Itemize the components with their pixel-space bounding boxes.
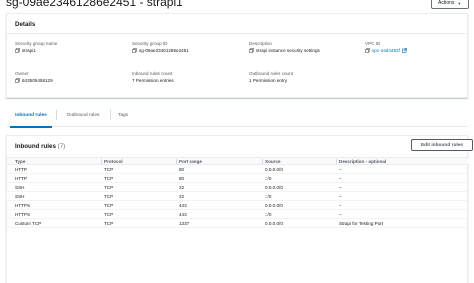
cell-description: – xyxy=(339,176,342,181)
field-value: 643505458129 xyxy=(15,77,53,84)
details-heading: Details xyxy=(7,14,467,34)
tab-inbound-rules[interactable]: Inbound rules xyxy=(10,103,52,128)
cell-source: ::/0 xyxy=(265,212,272,217)
cell-source: ::/0 xyxy=(265,194,272,199)
field-value: strapi1 xyxy=(15,47,57,54)
tab-divider xyxy=(110,110,111,120)
field-owner: Owner 643505458129 xyxy=(15,71,53,84)
field-security-group-id: Security group ID sg-09ae23461286e2451 xyxy=(132,41,189,54)
details-panel: Details Security group name strapi1 Secu… xyxy=(6,13,468,98)
cell-type: HTTP xyxy=(15,167,27,172)
security-group-name-value: strapi1 xyxy=(22,48,36,53)
cell-description: – xyxy=(339,212,342,217)
table-row[interactable]: SSH TCP 22 0.0.0.0/0 – xyxy=(7,183,469,192)
copy-icon[interactable] xyxy=(15,78,20,83)
actions-button[interactable]: Actions ▼ xyxy=(431,0,469,9)
column-divider xyxy=(262,159,263,164)
field-value: vpc-44d4492f xyxy=(365,47,407,54)
cell-type: HTTP xyxy=(15,176,27,181)
copy-icon[interactable] xyxy=(365,48,370,53)
inbound-rules-title: Inbound rules xyxy=(15,143,56,150)
cell-port-range: 22 xyxy=(179,185,185,190)
inbound-rules-panel: Inbound rules (7) Edit inbound rules Typ… xyxy=(6,135,473,283)
cell-port-range: 80 xyxy=(179,167,185,172)
field-value: strapi instance security settings xyxy=(249,47,320,54)
field-inbound-rules-count: Inbound rules count 7 Permission entries xyxy=(132,71,174,84)
cell-protocol: TCP xyxy=(104,212,114,217)
outbound-rules-count-value: 1 Permission entry xyxy=(249,78,288,83)
description-value: strapi instance security settings xyxy=(256,48,320,53)
column-header-description[interactable]: Description - optional xyxy=(339,159,386,164)
page-title: sg-09ae23461286e2451 - strapi1 xyxy=(6,0,183,9)
cell-protocol: TCP xyxy=(104,221,114,226)
inbound-rules-heading: Inbound rules (7) xyxy=(15,143,65,150)
cell-protocol: TCP xyxy=(104,167,114,172)
cell-description: – xyxy=(339,194,342,199)
cell-protocol: TCP xyxy=(104,176,114,181)
copy-icon[interactable] xyxy=(15,48,20,53)
copy-icon[interactable] xyxy=(132,48,137,53)
vpc-id-link[interactable]: vpc-44d4492f xyxy=(372,47,400,54)
cell-port-range: 22 xyxy=(179,194,185,199)
top-bar: sg-09ae23461286e2451 - strapi1 Actions ▼ xyxy=(0,0,474,11)
cell-source: ::/0 xyxy=(265,176,272,181)
table-row[interactable]: HTTPS TCP 443 0.0.0.0/0 – xyxy=(7,201,469,210)
owner-value: 643505458129 xyxy=(22,78,53,83)
cell-port-range: 80 xyxy=(179,176,185,181)
table-header: Type Protocol Port range Source Descript… xyxy=(7,157,469,165)
table-row[interactable]: HTTP TCP 80 0.0.0.0/0 – xyxy=(7,165,469,174)
tab-bar: Inbound rules Outbound rules Tags xyxy=(6,103,468,128)
cell-description: – xyxy=(339,185,342,190)
cell-port-range: 443 xyxy=(179,203,187,208)
cell-description: – xyxy=(339,167,342,172)
cell-source: 0.0.0.0/0 xyxy=(265,167,283,172)
column-header-protocol[interactable]: Protocol xyxy=(104,159,123,164)
table-row[interactable]: SSH TCP 22 ::/0 – xyxy=(7,192,469,201)
field-value: sg-09ae23461286e2451 xyxy=(132,47,189,54)
edit-inbound-rules-button[interactable]: Edit inbound rules xyxy=(411,139,473,151)
inbound-rules-count: (7) xyxy=(57,143,66,150)
table-row[interactable]: HTTPS TCP 443 ::/0 – xyxy=(7,210,469,219)
column-header-type[interactable]: Type xyxy=(15,159,25,164)
cell-source: 0.0.0.0/0 xyxy=(265,221,283,226)
actions-label: Actions xyxy=(438,0,455,6)
column-header-port-range[interactable]: Port range xyxy=(179,159,202,164)
external-link-icon[interactable] xyxy=(402,48,407,53)
tab-tags[interactable]: Tags xyxy=(114,103,132,127)
cell-port-range: 1337 xyxy=(179,221,190,226)
table-row[interactable]: Custom TCP TCP 1337 0.0.0.0/0 Strapi for… xyxy=(7,219,469,228)
field-vpc-id: VPC ID vpc-44d4492f xyxy=(365,41,407,54)
column-divider xyxy=(101,159,102,164)
cell-protocol: TCP xyxy=(104,194,114,199)
column-divider xyxy=(336,159,337,164)
cell-type: HTTPS xyxy=(15,203,31,208)
column-divider xyxy=(176,159,177,164)
cell-port-range: 443 xyxy=(179,212,187,217)
tab-outbound-rules[interactable]: Outbound rules xyxy=(60,103,106,127)
table-row[interactable]: HTTP TCP 80 ::/0 – xyxy=(7,174,469,183)
column-header-source[interactable]: Source xyxy=(265,159,281,164)
field-security-group-name: Security group name strapi1 xyxy=(15,41,57,54)
field-description: Description strapi instance security set… xyxy=(249,41,320,54)
cell-source: 0.0.0.0/0 xyxy=(265,203,283,208)
inbound-rules-count-value: 7 Permission entries xyxy=(132,78,174,83)
inbound-rules-table: Type Protocol Port range Source Descript… xyxy=(7,157,469,228)
cell-description: Strapi for Testing Port xyxy=(339,221,384,226)
cell-type: SSH xyxy=(15,185,25,190)
cell-type: Custom TCP xyxy=(15,221,42,226)
cell-type: SSH xyxy=(15,194,25,199)
tab-divider xyxy=(56,110,57,120)
caret-down-icon: ▼ xyxy=(457,0,462,6)
security-group-id-value: sg-09ae23461286e2451 xyxy=(139,48,189,53)
copy-icon[interactable] xyxy=(249,48,254,53)
cell-protocol: TCP xyxy=(104,185,114,190)
field-outbound-rules-count: Outbound rules count 1 Permission entry xyxy=(249,71,293,84)
cell-description: – xyxy=(339,203,342,208)
cell-protocol: TCP xyxy=(104,203,114,208)
cell-source: 0.0.0.0/0 xyxy=(265,185,283,190)
cell-type: HTTPS xyxy=(15,212,31,217)
